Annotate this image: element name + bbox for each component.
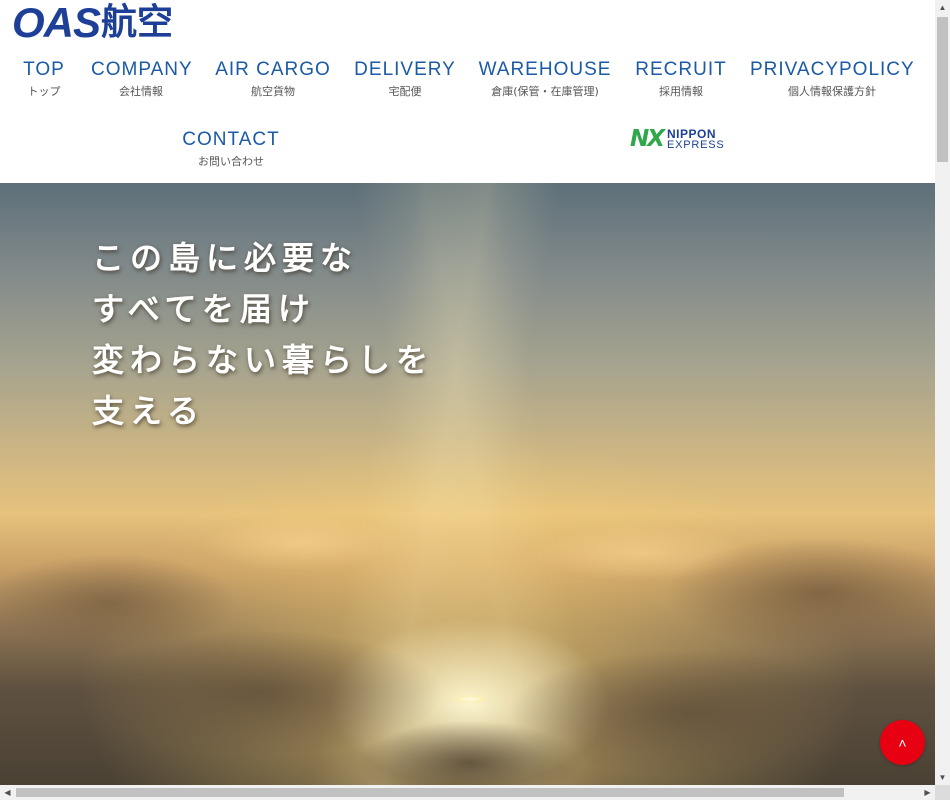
- scroll-up-arrow-icon[interactable]: ▲: [935, 0, 950, 15]
- nav-item-warehouse[interactable]: WAREHOUSE 倉庫(保管・在庫管理): [478, 59, 612, 98]
- nx-logo-mark: NX: [630, 126, 665, 152]
- nav-item-label-jp: お問い合わせ: [198, 155, 264, 168]
- scroll-left-arrow-icon[interactable]: ◀: [0, 785, 15, 800]
- nav-item-label-jp: 会社情報: [119, 85, 163, 98]
- scroll-down-arrow-icon[interactable]: ▼: [935, 770, 950, 785]
- nav-item-label-jp: トップ: [27, 85, 61, 98]
- nav-item-label-jp: 採用情報: [659, 85, 703, 98]
- hero-tagline-line: 支える: [92, 392, 206, 430]
- scroll-right-arrow-icon[interactable]: ▶: [920, 785, 935, 800]
- site-logo[interactable]: OAS 航空: [12, 2, 173, 44]
- hero-tagline-line: 変わらない暮らしを: [92, 341, 435, 379]
- nav-item-label-jp: 宅配便: [388, 85, 422, 98]
- nav-item-contact[interactable]: CONTACT お問い合わせ: [181, 129, 281, 168]
- vertical-scrollbar[interactable]: ▲ ▼: [935, 0, 950, 785]
- nav-item-recruit[interactable]: RECRUIT 採用情報: [634, 59, 728, 98]
- scrollbar-corner: [935, 785, 950, 800]
- nav-item-label-en: WAREHOUSE: [478, 59, 612, 80]
- sun-glint: [452, 695, 488, 703]
- nav-item-label-en: DELIVERY: [354, 59, 456, 80]
- page-viewport: OAS 航空 TOP トップ COMPANY 会社情報 AIR CARGO 航空…: [0, 0, 935, 785]
- chevron-up-icon: ˄: [898, 734, 907, 751]
- hero-clouds: [0, 433, 935, 785]
- nav-item-label-en: RECRUIT: [635, 59, 727, 80]
- hero-banner: この島に必要な すべてを届け 変わらない暮らしを 支える: [0, 183, 935, 785]
- nx-logo-line2: EXPRESS: [666, 138, 725, 151]
- nav-item-company[interactable]: COMPANY 会社情報: [91, 59, 193, 98]
- logo-latin-text: OAS: [12, 0, 101, 46]
- hero-tagline: この島に必要な すべてを届け 変わらない暮らしを 支える: [92, 233, 434, 437]
- horizontal-scrollbar[interactable]: ◀ ▶: [0, 785, 935, 800]
- nav-item-label-en: PRIVACYPOLICY: [750, 59, 915, 80]
- nav-item-air-cargo[interactable]: AIR CARGO 航空貨物: [215, 59, 331, 98]
- nav-item-label-jp: 倉庫(保管・在庫管理): [491, 85, 599, 98]
- back-to-top-button[interactable]: ˄: [880, 720, 925, 765]
- nav-item-top[interactable]: TOP トップ: [22, 59, 66, 98]
- nav-item-label-en: COMPANY: [91, 59, 193, 80]
- nav-item-label-en: AIR CARGO: [215, 59, 331, 80]
- nx-logo-text: NIPPON EXPRESS: [666, 126, 725, 151]
- nx-logo-line1: NIPPON: [666, 126, 716, 141]
- vertical-scrollbar-thumb[interactable]: [937, 17, 948, 162]
- logo-jp-text: 航空: [101, 2, 174, 43]
- hero-tagline-line: すべてを届け: [92, 290, 316, 328]
- nav-item-privacy-policy[interactable]: PRIVACYPOLICY 個人情報保護方針: [750, 59, 914, 98]
- nippon-express-logo[interactable]: NX NIPPON EXPRESS: [630, 126, 725, 152]
- hero-tagline-line: この島に必要な: [92, 239, 359, 277]
- nav-item-label-jp: 航空貨物: [251, 85, 295, 98]
- nav-item-label-en: CONTACT: [182, 129, 280, 150]
- nav-item-label-jp: 個人情報保護方針: [788, 85, 876, 98]
- nav-item-label-en: TOP: [23, 59, 65, 80]
- horizontal-scrollbar-thumb[interactable]: [16, 788, 844, 797]
- nav-item-delivery[interactable]: DELIVERY 宅配便: [354, 59, 456, 98]
